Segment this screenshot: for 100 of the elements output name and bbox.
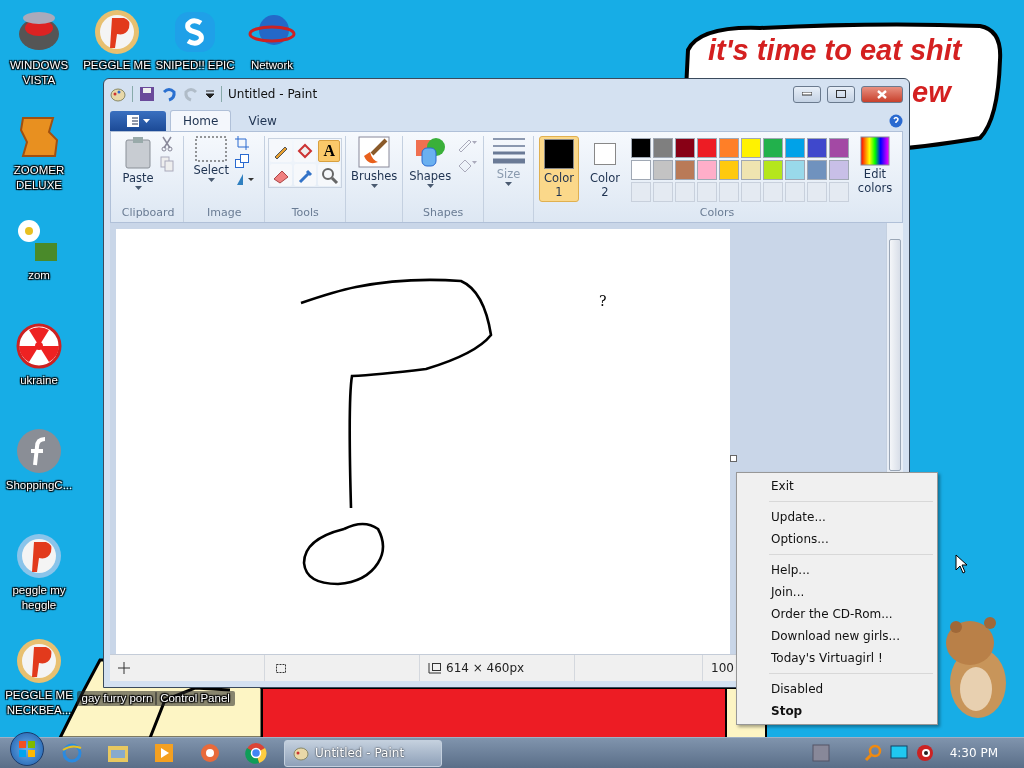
empty-swatch[interactable]	[675, 182, 695, 202]
minimize-icon	[802, 92, 812, 96]
tool-button[interactable]	[270, 164, 293, 186]
palette-swatch[interactable]	[653, 138, 673, 158]
menu-item[interactable]: Today's Virtuagirl !	[739, 647, 935, 669]
drawing-canvas[interactable]: ?	[116, 229, 730, 654]
bubble-text: ew	[912, 76, 951, 109]
palette-icon[interactable]	[110, 86, 126, 102]
group-label: Clipboard	[121, 206, 175, 221]
palette-swatch[interactable]	[785, 160, 805, 180]
crop-icon[interactable]	[234, 136, 249, 150]
menu-item[interactable]: Download new girls...	[739, 625, 935, 647]
cursor-icon	[955, 554, 969, 574]
ball-icon	[15, 532, 63, 580]
menu-item[interactable]: Update...	[739, 506, 935, 528]
palette-swatch[interactable]	[675, 138, 695, 158]
palette-swatch[interactable]	[653, 160, 673, 180]
palette-swatch[interactable]	[697, 160, 717, 180]
empty-swatch[interactable]	[719, 182, 739, 202]
text-tool-button[interactable]: A	[318, 140, 341, 162]
shapes-icon	[414, 136, 447, 168]
caret-icon	[142, 119, 150, 123]
palette-swatch[interactable]	[675, 160, 695, 180]
tool-button[interactable]	[318, 164, 341, 186]
menu-item[interactable]: Disabled	[739, 678, 935, 700]
group-label: Colors	[699, 206, 735, 221]
undo-icon[interactable]	[161, 86, 177, 102]
palette-swatch[interactable]	[763, 138, 783, 158]
move-icon	[118, 662, 130, 674]
empty-swatch[interactable]	[653, 182, 673, 202]
window-title: Untitled - Paint	[228, 87, 318, 101]
maximize-icon	[836, 90, 846, 98]
brushes-button[interactable]: Brushes	[351, 136, 398, 188]
magnifier-icon[interactable]	[863, 744, 882, 762]
palette-swatch[interactable]	[719, 160, 739, 180]
redo-icon[interactable]	[183, 86, 199, 102]
dropdown-icon[interactable]	[205, 89, 215, 99]
empty-swatch[interactable]	[807, 182, 827, 202]
palette-swatch[interactable]	[807, 138, 827, 158]
empty-swatch[interactable]	[741, 182, 761, 202]
selection-size-icon	[273, 662, 287, 674]
menu-item[interactable]: Options...	[739, 528, 935, 550]
palette-swatch[interactable]	[741, 138, 761, 158]
palette-swatch[interactable]	[719, 138, 739, 158]
palette-swatch[interactable]	[807, 160, 827, 180]
clock: 4:30 PM	[948, 746, 999, 760]
palette-swatch[interactable]	[697, 138, 717, 158]
copy-icon[interactable]	[159, 156, 174, 172]
resize-handle[interactable]	[730, 455, 737, 462]
tray-icon[interactable]	[811, 744, 830, 762]
minimize-button[interactable]	[793, 85, 821, 103]
menu-item[interactable]: Join...	[739, 581, 935, 603]
empty-swatch[interactable]	[785, 182, 805, 202]
shapes-button[interactable]: Shapes	[409, 136, 452, 188]
caret-icon	[134, 186, 142, 190]
start-button[interactable]	[10, 732, 44, 766]
bubble-text: it's time to eat shit	[708, 34, 962, 67]
palette-swatch[interactable]	[785, 138, 805, 158]
ribbon-tab[interactable]: View	[235, 110, 290, 131]
menu-item[interactable]: Help...	[739, 559, 935, 581]
edit-colors-button[interactable]: Edit colors	[855, 136, 895, 195]
speaker-icon[interactable]	[915, 744, 934, 762]
menu-item[interactable]: Exit	[739, 475, 935, 497]
app-menu-button[interactable]	[110, 111, 166, 131]
palette-swatch[interactable]	[829, 160, 849, 180]
rotate-icon[interactable]	[234, 172, 255, 186]
monitor-icon[interactable]	[889, 745, 908, 761]
empty-swatch[interactable]	[631, 182, 651, 202]
help-icon[interactable]	[889, 114, 903, 128]
ribbon-tab[interactable]: Home	[170, 110, 232, 131]
zoom-level: 100	[711, 661, 734, 675]
scissors-icon[interactable]	[159, 136, 174, 152]
palette-swatch[interactable]	[741, 160, 761, 180]
palette-swatch[interactable]	[829, 138, 849, 158]
empty-swatch[interactable]	[697, 182, 717, 202]
maximize-button[interactable]	[827, 85, 855, 103]
palette-swatch[interactable]	[631, 160, 651, 180]
color-slot-button[interactable]: Color 2	[585, 136, 625, 202]
paste-button[interactable]: Paste	[122, 136, 154, 190]
caret-icon	[505, 182, 513, 186]
desktop-icon-label[interactable]: gay furry porn	[77, 691, 157, 706]
close-icon	[877, 89, 887, 99]
disc-icon	[15, 427, 63, 475]
group-label: Shapes	[423, 206, 464, 221]
palette-swatch[interactable]	[631, 138, 651, 158]
image-size: 614 × 460px	[446, 661, 525, 675]
empty-swatch[interactable]	[829, 182, 849, 202]
menu-item[interactable]: Order the CD-Rom...	[739, 603, 935, 625]
color-slot-button[interactable]: Color 1	[539, 136, 579, 202]
tool-button[interactable]	[294, 164, 317, 186]
empty-swatch[interactable]	[763, 182, 783, 202]
palette-icon	[293, 745, 309, 761]
tool-button[interactable]	[294, 140, 317, 162]
close-button[interactable]	[861, 85, 903, 103]
resize-icon[interactable]	[234, 154, 249, 168]
color-spectrum-icon	[860, 136, 890, 166]
ball-icon	[15, 637, 63, 685]
save-icon[interactable]	[139, 86, 155, 102]
palette-swatch[interactable]	[763, 160, 783, 180]
menu-item[interactable]: Stop	[739, 700, 935, 722]
